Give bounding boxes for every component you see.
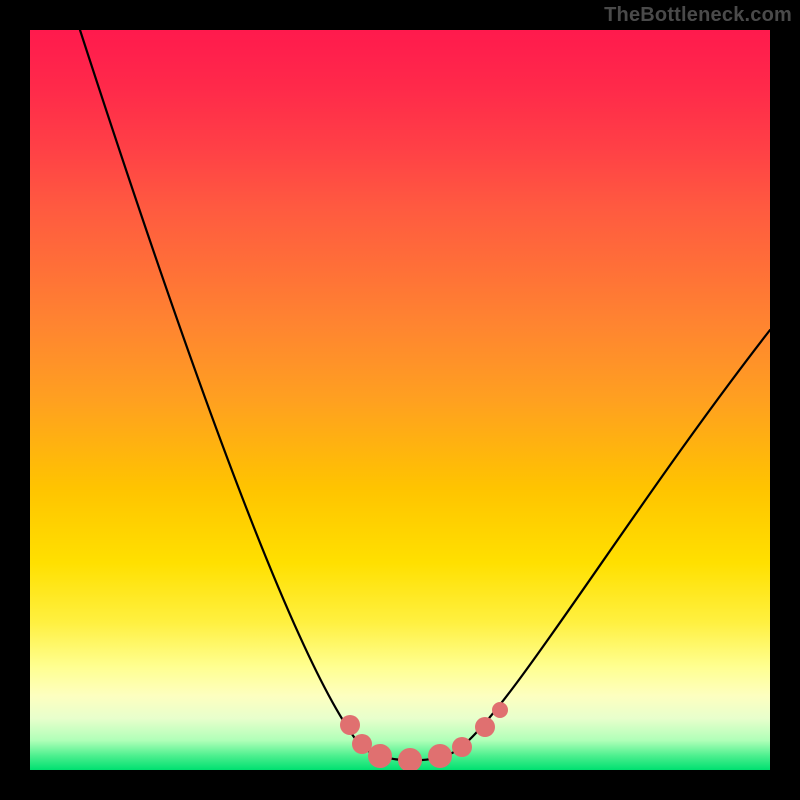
plot-background-gradient: [30, 30, 770, 770]
watermark-text: TheBottleneck.com: [604, 4, 792, 27]
chart-frame: TheBottleneck.com: [0, 0, 800, 800]
